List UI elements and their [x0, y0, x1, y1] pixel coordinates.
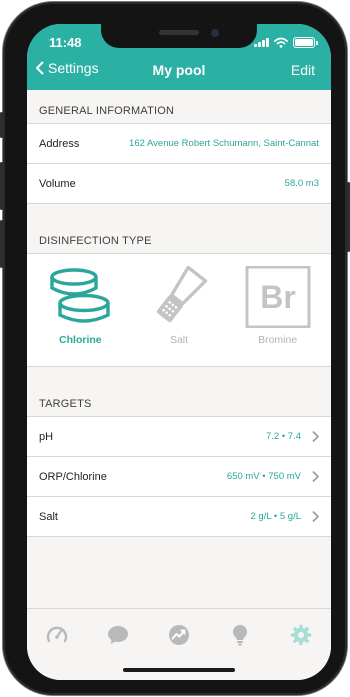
salt-shaker-icon: [156, 266, 208, 323]
tab-messages[interactable]: [98, 621, 138, 649]
chevron-right-icon: [305, 431, 319, 442]
volume-up-button: [0, 162, 3, 210]
notch: [101, 24, 257, 48]
chlorine-label: Chlorine: [59, 334, 102, 346]
volume-down-button: [0, 220, 3, 268]
trend-chart-icon: [168, 625, 189, 645]
orp-chlorine-label: ORP/Chlorine: [39, 470, 107, 483]
general-section-header: GENERAL INFORMATION: [27, 90, 331, 124]
disinfection-option-salt[interactable]: Salt: [134, 266, 224, 346]
ph-label: pH: [39, 430, 54, 443]
target-row-orp-chlorine[interactable]: ORP/Chlorine 650 mV • 750 mV: [27, 457, 331, 497]
tab-dashboard[interactable]: [37, 621, 77, 649]
salt-target-label: Salt: [39, 510, 58, 523]
salt-label: Salt: [169, 334, 189, 346]
phone-frame: 11:48 Settings My pool Edit GENERAL INFO…: [0, 2, 350, 695]
address-row[interactable]: Address 162 Avenue Robert Schumann, Sain…: [27, 124, 331, 164]
wifi-icon: [274, 37, 288, 48]
mute-switch: [0, 112, 3, 138]
target-row-ph[interactable]: pH 7.2 • 7.4: [27, 417, 331, 457]
orp-chlorine-value: 650 mV • 750 mV: [226, 471, 301, 482]
volume-label: Volume: [39, 177, 76, 190]
ph-value: 7.2 • 7.4: [265, 431, 301, 442]
settings-content: GENERAL INFORMATION Address 162 Avenue R…: [27, 90, 331, 537]
disinfection-option-chlorine[interactable]: Chlorine: [35, 266, 125, 346]
chevron-right-icon: [305, 511, 319, 522]
chevron-right-icon: [305, 471, 319, 482]
earpiece-speaker: [159, 30, 199, 35]
bromine-symbol: Br: [260, 279, 296, 315]
targets-section-header: TARGETS: [27, 383, 331, 417]
address-label: Address: [39, 137, 80, 150]
back-button[interactable]: Settings: [35, 60, 99, 76]
app-screen: 11:48 Settings My pool Edit GENERAL INFO…: [27, 24, 331, 680]
chlorine-tablets-icon: [50, 268, 111, 323]
volume-value: 58.0 m3: [284, 178, 319, 189]
target-row-salt[interactable]: Salt 2 g/L • 5 g/L: [27, 497, 331, 537]
tab-settings[interactable]: [281, 621, 321, 649]
salt-target-value: 2 g/L • 5 g/L: [250, 511, 301, 522]
bromine-element-icon: Br: [245, 266, 311, 328]
home-indicator[interactable]: [123, 668, 235, 672]
address-value: 162 Avenue Robert Schumann, Saint-Cannat: [129, 138, 319, 149]
bromine-label: Bromine: [258, 334, 298, 346]
tab-tips[interactable]: [220, 621, 260, 649]
disinfection-option-bromine[interactable]: Br Bromine: [233, 266, 323, 346]
chat-bubble-icon: [108, 626, 129, 644]
lightbulb-icon: [232, 625, 247, 646]
battery-icon: [293, 36, 318, 48]
front-camera: [211, 29, 219, 37]
status-icons: [254, 36, 318, 48]
gear-icon: [290, 624, 311, 646]
gauge-icon: [47, 626, 68, 643]
edit-button[interactable]: Edit: [291, 62, 315, 78]
disinfection-options: Chlorine Salt Br Bromine: [27, 254, 331, 367]
tab-history[interactable]: [159, 621, 199, 649]
chevron-left-icon: [36, 61, 44, 75]
signal-icon: [254, 37, 269, 47]
back-label: Settings: [48, 60, 99, 76]
status-time: 11:48: [49, 35, 82, 50]
disinfection-section-header: DISINFECTION TYPE: [27, 220, 331, 254]
volume-row[interactable]: Volume 58.0 m3: [27, 164, 331, 204]
tab-bar: [27, 608, 331, 680]
